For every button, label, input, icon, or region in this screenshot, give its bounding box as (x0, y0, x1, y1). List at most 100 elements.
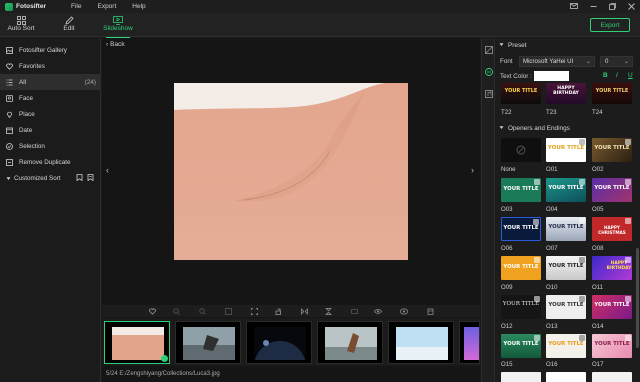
preset-template-t23[interactable]: HAPPY BIRTHDAY (546, 83, 586, 104)
menu-help[interactable]: Help (132, 3, 145, 10)
export-button[interactable]: Export (590, 18, 630, 32)
zoom-in-icon[interactable] (172, 307, 180, 315)
left-sidebar: Fotosifter Gallery Favorites All (24) Fa… (0, 38, 101, 382)
opener-template-o11[interactable]: HAPPY BIRTHDAY (592, 256, 632, 280)
template-text: HAPPY BIRTHDAY (553, 86, 579, 96)
next-arrow-icon[interactable]: › (471, 165, 474, 175)
sidebar-item-label: Place (19, 110, 35, 118)
edit-pencil-icon (64, 15, 74, 25)
opener-template-o16[interactable]: YOUR TITLE (546, 334, 586, 358)
opener-template-o04[interactable]: YOUR TITLE (546, 178, 586, 202)
close-button[interactable] (626, 1, 636, 11)
flip-horizontal-icon[interactable] (300, 307, 308, 315)
template-text: YOUR TITLE (548, 302, 584, 308)
opener-template-o10[interactable]: YOUR TITLE (546, 256, 586, 280)
template-label: O07 (546, 245, 558, 252)
thumbnail-image (325, 327, 377, 360)
download-icon (579, 296, 585, 302)
thumbnail-2[interactable] (175, 321, 241, 364)
text-color-swatch[interactable] (534, 71, 569, 81)
favorite-heart-icon[interactable] (148, 307, 156, 315)
rotate-icon[interactable] (274, 307, 282, 315)
menu-file[interactable]: File (71, 3, 81, 10)
opener-template-o01[interactable]: YOUR TITLE (546, 138, 586, 162)
slideshow-tab[interactable]: Slideshow (100, 15, 136, 38)
back-button[interactable]: ‹ Back (106, 41, 125, 48)
menu-export[interactable]: Export (97, 3, 116, 10)
thumbnail-4[interactable] (317, 321, 383, 364)
opener-template-o06[interactable]: YOUR TITLE (501, 217, 541, 241)
thumbnail-5[interactable] (388, 321, 454, 364)
opener-template-o07[interactable]: YOUR TITLE (546, 217, 586, 241)
chevron-left-icon: ‹ (106, 41, 109, 48)
template-label: O09 (501, 284, 513, 291)
edit-tab[interactable]: Edit (51, 15, 87, 37)
crop-icon[interactable] (350, 307, 358, 315)
mail-icon[interactable] (569, 1, 579, 11)
opener-template-o12[interactable]: YOUR TITLE (501, 295, 541, 319)
opener-template-o09[interactable]: YOUR TITLE (501, 256, 541, 280)
opener-template-o02[interactable]: YOUR TITLE (592, 138, 632, 162)
thumbnail-6[interactable] (459, 321, 480, 364)
previous-arrow-icon[interactable]: ‹ (106, 165, 109, 175)
sidebar-item-face[interactable]: Face (0, 90, 100, 106)
sidebar-item-gallery[interactable]: Fotosifter Gallery (0, 42, 100, 58)
text-title-icon[interactable] (485, 68, 493, 76)
opener-template-none[interactable] (501, 138, 541, 162)
opener-template-row7-1[interactable] (501, 372, 541, 382)
opener-template-o03[interactable]: YOUR TITLE (501, 178, 541, 202)
opener-template-o13[interactable]: YOUR TITLE (546, 295, 586, 319)
flip-vertical-icon[interactable] (324, 307, 332, 315)
fit-screen-icon[interactable] (250, 307, 258, 315)
theme-icon[interactable] (485, 46, 493, 54)
preset-section-header[interactable]: Preset (499, 42, 526, 49)
download-icon (534, 335, 540, 341)
auto-sort-tab[interactable]: Auto Sort (3, 15, 39, 37)
bookmark-icon[interactable] (76, 173, 83, 183)
template-label: O16 (546, 361, 558, 368)
sidebar-item-selection[interactable]: Selection (0, 138, 100, 154)
font-family-select[interactable]: Microsoft YaHei UI ⌄ (519, 56, 595, 67)
sidebar-item-date[interactable]: Date (0, 122, 100, 138)
app-name: Fotosifter (16, 3, 46, 10)
font-size-select[interactable]: 0 ⌄ (600, 56, 633, 67)
add-folder-icon[interactable] (87, 173, 94, 183)
bold-button[interactable]: B (603, 72, 608, 79)
customized-sort-header[interactable]: Customized Sort (0, 170, 100, 186)
opener-template-row7-3[interactable] (592, 372, 632, 382)
music-icon[interactable] (485, 90, 493, 98)
minimize-button[interactable] (588, 1, 598, 11)
restore-button[interactable] (607, 1, 617, 11)
template-label: O14 (592, 323, 604, 330)
main-toolbar: Auto Sort Edit Slideshow Export (0, 13, 640, 38)
italic-button[interactable]: I (616, 72, 618, 79)
underline-button[interactable]: U (628, 72, 633, 79)
template-text: YOUR TITLE (594, 145, 630, 151)
opener-template-o17[interactable]: YOUR TITLE (592, 334, 632, 358)
delete-trash-icon[interactable] (426, 307, 434, 315)
zoom-out-icon[interactable] (198, 307, 206, 315)
customized-sort-label: Customized Sort (14, 174, 61, 182)
opener-template-o14[interactable]: YOUR TITLE (592, 295, 632, 319)
thumbnail-1[interactable] (104, 321, 170, 364)
sidebar-item-all[interactable]: All (24) (0, 74, 100, 90)
opener-template-o05[interactable]: YOUR TITLE (592, 178, 632, 202)
preset-template-t24[interactable]: YOUR TITLE (592, 83, 632, 104)
edit-label: Edit (63, 25, 75, 32)
preset-template-t22[interactable]: YOUR TITLE (501, 83, 541, 104)
opener-template-row7-2[interactable] (546, 372, 586, 382)
hide-eye-icon[interactable] (400, 307, 408, 315)
opener-template-o08[interactable]: HAPPY CHRISTMAS (592, 217, 632, 241)
sidebar-item-remove-duplicate[interactable]: Remove Duplicate (0, 154, 100, 170)
sidebar-item-favorites[interactable]: Favorites (0, 58, 100, 74)
sidebar-item-place[interactable]: Place (0, 106, 100, 122)
view-eye-icon[interactable] (374, 307, 382, 315)
actual-size-icon[interactable] (224, 307, 232, 315)
panel-scrollbar-thumb[interactable] (636, 248, 639, 348)
opener-template-o15[interactable]: YOUR TITLE (501, 334, 541, 358)
openers-section-header[interactable]: Openers and Endings (499, 125, 570, 132)
template-label: O11 (592, 284, 604, 291)
template-label: O01 (546, 166, 558, 173)
thumbnail-3[interactable] (246, 321, 312, 364)
sidebar-item-label: Face (19, 94, 33, 102)
